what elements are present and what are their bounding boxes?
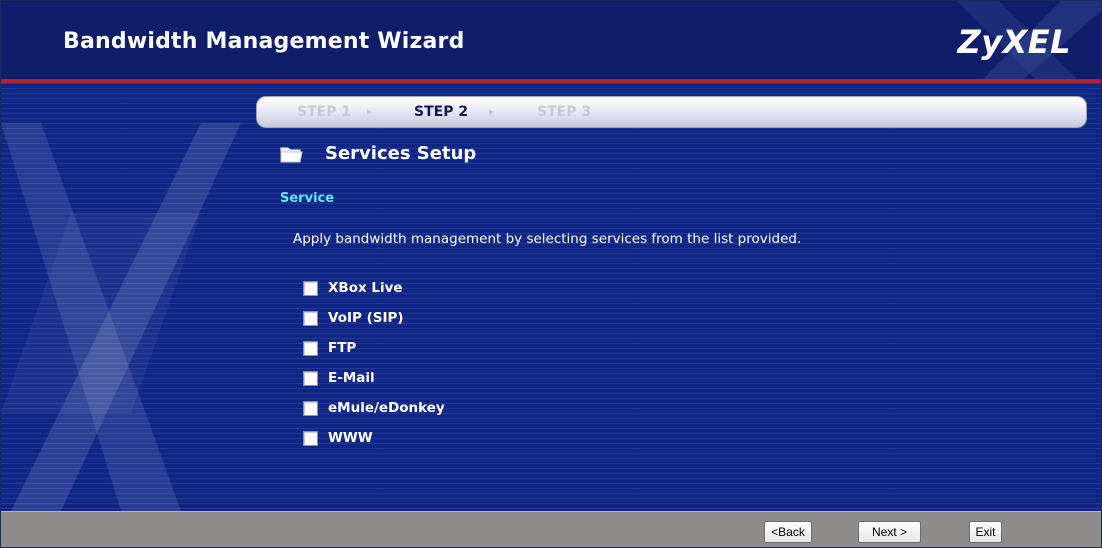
step-1: STEP 1: [297, 104, 352, 120]
content-panel: STEP 1 ▸ STEP 2 ▸ STEP 3 Services Setup …: [1, 83, 1101, 511]
step-3: STEP 3: [537, 104, 592, 120]
voip-checkbox[interactable]: [303, 310, 318, 326]
email-checkbox[interactable]: [303, 370, 318, 386]
ftp-label: FTP: [328, 340, 357, 356]
exit-button[interactable]: Exit: [969, 521, 1002, 543]
wizard-window: Bandwidth Management Wizard ZyXEL STEP 1…: [0, 0, 1102, 548]
step-arrow-icon: ▸: [367, 105, 373, 118]
service-item-www: WWW: [303, 428, 373, 448]
header-bar: Bandwidth Management Wizard ZyXEL: [1, 1, 1101, 83]
back-button[interactable]: <Back: [764, 521, 812, 543]
folder-icon: [280, 147, 303, 163]
xbox-live-checkbox[interactable]: [303, 280, 318, 296]
ftp-checkbox[interactable]: [303, 340, 318, 356]
service-item-xbox-live: XBox Live: [303, 278, 403, 298]
xbox-live-label: XBox Live: [328, 280, 403, 296]
service-description: Apply bandwidth management by selecting …: [293, 231, 802, 247]
service-item-ftp: FTP: [303, 338, 356, 358]
service-item-voip: VoIP (SIP): [303, 308, 404, 328]
www-checkbox[interactable]: [303, 430, 318, 446]
section-title: Services Setup: [325, 143, 477, 164]
next-button[interactable]: Next >: [858, 521, 921, 543]
zyxel-logo: ZyXEL: [957, 23, 1071, 61]
background-x-decoration: [1, 123, 241, 511]
step-indicator: STEP 1 ▸ STEP 2 ▸ STEP 3: [256, 96, 1087, 128]
service-item-emule: eMule/eDonkey: [303, 398, 445, 418]
service-item-email: E-Mail: [303, 368, 375, 388]
email-label: E-Mail: [328, 370, 375, 386]
emule-label: eMule/eDonkey: [328, 400, 445, 416]
emule-checkbox[interactable]: [303, 400, 318, 416]
footer-bar: <Back Next > Exit: [1, 511, 1101, 547]
step-arrow-icon: ▸: [489, 105, 495, 118]
voip-label: VoIP (SIP): [328, 310, 404, 326]
step-2: STEP 2: [414, 104, 469, 120]
www-label: WWW: [328, 430, 373, 446]
wizard-title: Bandwidth Management Wizard: [63, 29, 465, 54]
service-heading: Service: [280, 191, 335, 206]
